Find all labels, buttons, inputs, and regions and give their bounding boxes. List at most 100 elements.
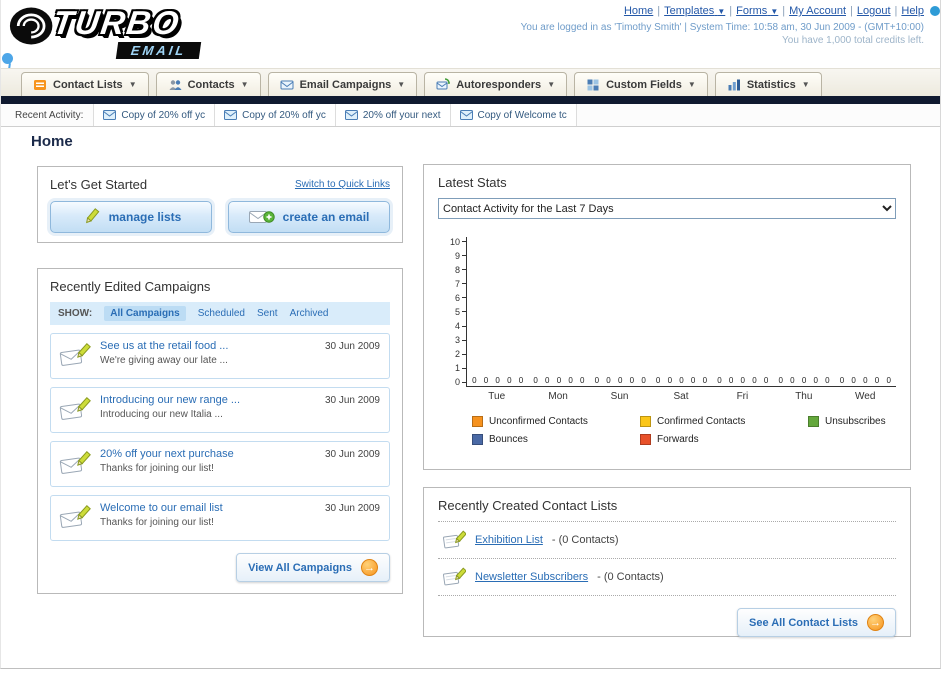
view-all-campaigns-button[interactable]: View All Campaigns →	[236, 553, 390, 582]
tab-archived[interactable]: Archived	[290, 308, 329, 319]
chart-x-tick-label: Sun	[610, 391, 629, 402]
link-logout[interactable]: Logout	[857, 5, 891, 17]
contact-list-link[interactable]: Exhibition List	[475, 534, 543, 546]
contact-lists-title: Recently Created Contact Lists	[438, 498, 896, 522]
campaign-title-link[interactable]: See us at the retail food ...	[100, 340, 228, 352]
legend-swatch	[808, 416, 819, 427]
chart-y-tick: 8	[438, 265, 466, 275]
get-started-panel: Let's Get Started Switch to Quick Links …	[37, 166, 403, 243]
chart-value-labels: 0 0 0 0 0	[655, 376, 708, 385]
chart-day-values: 0 0 0 0 0 0 0 0 0 0 0 0 0 0 0 0 0 0 0 0 0 0 …	[467, 376, 896, 385]
chevron-down-icon: ▼	[801, 80, 810, 89]
chart-y-tick: 5	[438, 307, 466, 317]
chart-x-tick-label: Sat	[673, 391, 689, 402]
see-all-contact-lists-button[interactable]: See All Contact Lists →	[736, 608, 896, 637]
chart-y-tick: 10	[438, 237, 466, 247]
contacts-icon	[168, 78, 182, 92]
link-separator: |	[850, 5, 853, 17]
recently-created-contact-lists-panel: Recently Created Contact Lists Exhibitio…	[423, 487, 911, 637]
email-campaigns-icon	[280, 78, 294, 92]
envelope-pencil-icon	[59, 502, 91, 534]
header: TURBO EMAIL Home | Templates ▼ | Forms ▼ | My …	[1, 0, 940, 68]
chart-y-tick: 0	[438, 377, 466, 387]
chart-y-tick: 7	[438, 279, 466, 289]
link-help[interactable]: Help	[901, 5, 924, 17]
logo-subtitle: EMAIL	[115, 42, 202, 59]
callout-marker	[930, 6, 940, 16]
chart-y-tick: 3	[438, 335, 466, 345]
campaign-title-link[interactable]: Introducing our new range ...	[100, 394, 240, 406]
legend-swatch	[640, 434, 651, 445]
nav-custom-fields[interactable]: Custom Fields ▼	[574, 72, 708, 96]
envelope-icon	[459, 110, 473, 120]
chart-value-labels: 0 0 0 0 0	[594, 376, 646, 385]
chart-plot-area: 0 0 0 0 0 0 0 0 0 0 0 0 0 0 0 0 0 0 0 0 0 0 …	[466, 237, 896, 387]
link-templates[interactable]: Templates ▼	[664, 5, 725, 17]
campaign-subtitle: Introducing our new Italia ...	[100, 409, 223, 420]
chart-value-labels: 0 0 0 0 0	[533, 376, 585, 385]
campaign-list-item[interactable]: 20% off your next purchase Thanks for jo…	[50, 441, 390, 487]
chart-y-axis: 10 9 8 7 6 5 4 3 2 1 0	[438, 237, 466, 387]
chart-x-axis: Tue Mon Sun Sat Fri Thu Wed	[466, 391, 896, 402]
chevron-down-icon: ▼	[717, 7, 726, 16]
contact-activity-chart: 10 9 8 7 6 5 4 3 2 1 0 0 0 0 0 00 0 0 0 00 0 0 0 0…	[438, 237, 896, 387]
nav-statistics[interactable]: Statistics ▼	[714, 72, 822, 96]
nav-contacts[interactable]: Contacts ▼	[155, 72, 261, 96]
campaign-list-item[interactable]: See us at the retail food ... We're givi…	[50, 333, 390, 379]
recent-activity-item[interactable]: Copy of Welcome tc	[450, 104, 577, 126]
credits-info: You have 1,000 total credits left.	[782, 35, 924, 46]
recent-activity-item[interactable]: 20% off your next	[335, 104, 451, 126]
campaign-subtitle: Thanks for joining our list!	[100, 517, 214, 528]
campaign-title-link[interactable]: 20% off your next purchase	[100, 448, 234, 460]
campaign-title-link[interactable]: Welcome to our email list	[100, 502, 223, 514]
chart-y-tick: 1	[438, 363, 466, 373]
callout-marker	[2, 53, 13, 64]
nav-label: Autoresponders	[456, 78, 542, 91]
statistics-icon	[727, 78, 741, 92]
recent-activity-item[interactable]: Copy of 20% off yc	[93, 104, 216, 126]
tab-scheduled[interactable]: Scheduled	[198, 308, 245, 319]
manage-lists-button[interactable]: manage lists	[50, 201, 212, 233]
campaign-list-item[interactable]: Introducing our new range ... Introducin…	[50, 387, 390, 433]
contact-list-link[interactable]: Newsletter Subscribers	[475, 571, 588, 583]
envelope-pencil-icon	[59, 394, 91, 426]
create-email-button[interactable]: create an email	[228, 201, 390, 233]
campaign-subtitle: We're giving away our late ...	[100, 355, 228, 366]
legend-swatch	[472, 416, 483, 427]
campaign-list-item[interactable]: Welcome to our email list Thanks for joi…	[50, 495, 390, 541]
envelope-icon	[103, 110, 117, 120]
chevron-down-icon: ▼	[397, 80, 406, 89]
link-forms[interactable]: Forms ▼	[736, 5, 778, 17]
legend-item: Forwards	[640, 434, 808, 445]
nav-label: Custom Fields	[606, 78, 682, 91]
latest-stats-panel: Latest Stats Contact Activity for the La…	[423, 164, 911, 470]
envelope-pencil-icon	[59, 448, 91, 480]
nav-contact-lists[interactable]: Contact Lists ▼	[21, 72, 149, 96]
campaign-date: 30 Jun 2009	[324, 395, 380, 406]
switch-quick-links-link[interactable]: Switch to Quick Links	[295, 179, 390, 190]
legend-item: Unconfirmed Contacts	[472, 416, 640, 427]
legend-item: Unsubscribes	[808, 416, 896, 427]
pencil-paper-icon	[442, 567, 466, 587]
tab-sent[interactable]: Sent	[257, 308, 278, 319]
nav-email-campaigns[interactable]: Email Campaigns ▼	[267, 72, 418, 96]
get-started-title: Let's Get Started	[50, 177, 148, 192]
recent-activity-label: Recent Activity:	[15, 109, 84, 121]
legend-swatch	[640, 416, 651, 427]
stats-period-select[interactable]: Contact Activity for the Last 7 Days	[438, 198, 896, 219]
chart-y-tick: 4	[438, 321, 466, 331]
contact-list-count: - (0 Contacts)	[551, 534, 619, 546]
chevron-down-icon: ▼	[687, 80, 696, 89]
link-home[interactable]: Home	[624, 5, 653, 17]
chart-legend: Unconfirmed Contacts Confirmed Contacts Un…	[472, 416, 896, 445]
link-my-account[interactable]: My Account	[789, 5, 846, 17]
legend-item: Confirmed Contacts	[640, 416, 808, 427]
chevron-down-icon: ▼	[240, 80, 249, 89]
custom-fields-icon	[586, 78, 600, 92]
recent-activity-item[interactable]: Copy of 20% off yc	[215, 104, 336, 126]
nav-autoresponders[interactable]: Autoresponders ▼	[424, 72, 568, 96]
tab-all-campaigns[interactable]: All Campaigns	[104, 306, 186, 321]
link-separator: |	[729, 5, 733, 17]
pencil-paper-icon	[442, 530, 466, 550]
page-title: Home	[31, 133, 73, 150]
